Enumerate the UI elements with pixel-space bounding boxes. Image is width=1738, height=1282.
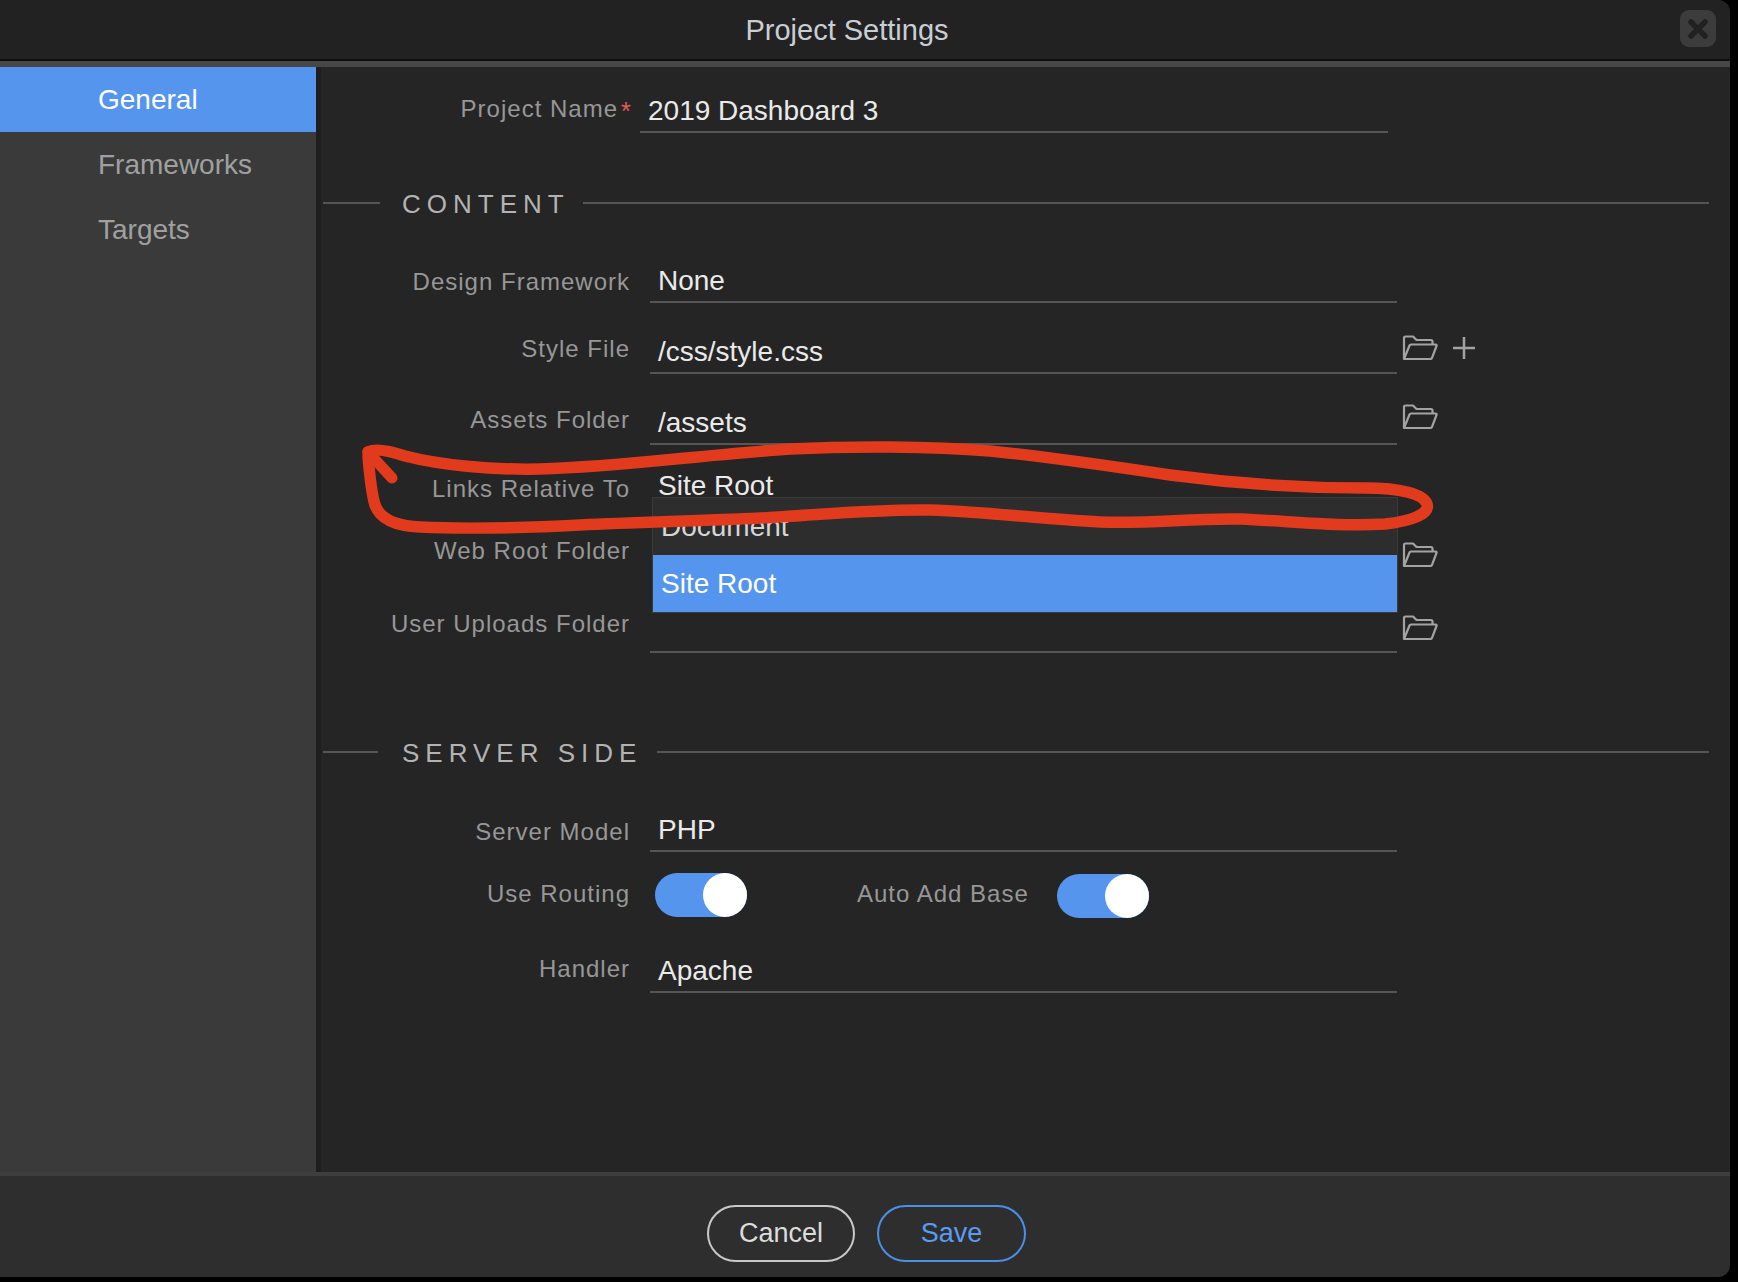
- close-icon: [1685, 16, 1711, 42]
- sidebar: General Frameworks Targets: [0, 67, 316, 1172]
- user-uploads-folder-browse-button[interactable]: [1401, 613, 1439, 643]
- auto-add-base-label: Auto Add Base: [857, 879, 1037, 909]
- server-section-line-right: [657, 751, 1709, 753]
- links-relative-to-dropdown: Document Site Root: [652, 497, 1398, 613]
- sidebar-item-targets[interactable]: Targets: [0, 197, 316, 262]
- server-model-label: Server Model: [290, 817, 630, 847]
- assets-folder-label: Assets Folder: [290, 405, 630, 435]
- web-root-folder-label: Web Root Folder: [290, 536, 630, 566]
- project-name-label: Project Name: [278, 94, 618, 124]
- content-section-line-right: [583, 202, 1709, 204]
- style-file-input[interactable]: /css/style.css: [650, 331, 1397, 374]
- style-file-browse-button[interactable]: [1401, 333, 1439, 363]
- assets-folder-input[interactable]: /assets: [650, 402, 1397, 445]
- sidebar-item-general[interactable]: General: [0, 67, 316, 132]
- plus-icon: [1450, 334, 1478, 362]
- use-routing-toggle[interactable]: [655, 873, 747, 917]
- dialog-title: Project Settings: [0, 14, 1694, 47]
- close-button[interactable]: [1680, 10, 1716, 47]
- content-section-title: CONTENT: [402, 190, 570, 218]
- handler-select[interactable]: Apache: [650, 950, 1397, 993]
- toggle-knob: [703, 873, 747, 917]
- project-name-input[interactable]: 2019 Dashboard 3: [640, 90, 1388, 133]
- folder-open-icon: [1401, 613, 1439, 643]
- links-relative-to-label: Links Relative To: [290, 474, 630, 504]
- title-bar: Project Settings: [0, 0, 1730, 59]
- user-uploads-folder-label: User Uploads Folder: [290, 609, 630, 639]
- folder-open-icon: [1401, 333, 1439, 363]
- server-section-line-left: [323, 751, 378, 753]
- web-root-folder-browse-button[interactable]: [1401, 540, 1439, 570]
- user-uploads-folder-input[interactable]: [650, 610, 1397, 653]
- design-framework-select[interactable]: None: [650, 260, 1397, 303]
- folder-open-icon: [1401, 402, 1439, 432]
- design-framework-label: Design Framework: [290, 267, 630, 297]
- assets-folder-browse-button[interactable]: [1401, 402, 1439, 432]
- required-asterisk: *: [621, 94, 631, 124]
- server-model-select[interactable]: PHP: [650, 809, 1397, 852]
- content-section-line-left: [323, 202, 380, 204]
- dropdown-option-document[interactable]: Document: [653, 498, 1397, 555]
- use-routing-label: Use Routing: [290, 879, 630, 909]
- server-section-title: SERVER SIDE: [402, 739, 642, 767]
- toggle-knob: [1105, 874, 1149, 918]
- auto-add-base-toggle[interactable]: [1057, 874, 1149, 918]
- save-button[interactable]: Save: [877, 1205, 1026, 1262]
- dropdown-option-site-root[interactable]: Site Root: [653, 555, 1397, 612]
- cancel-button[interactable]: Cancel: [707, 1205, 855, 1262]
- sidebar-item-frameworks[interactable]: Frameworks: [0, 132, 316, 197]
- style-file-label: Style File: [290, 334, 630, 364]
- project-settings-dialog: Project Settings General Frameworks Targ…: [0, 0, 1730, 1277]
- style-file-add-button[interactable]: [1450, 334, 1478, 362]
- footer-bar: [0, 1172, 1730, 1277]
- folder-open-icon: [1401, 540, 1439, 570]
- handler-label: Handler: [290, 954, 630, 984]
